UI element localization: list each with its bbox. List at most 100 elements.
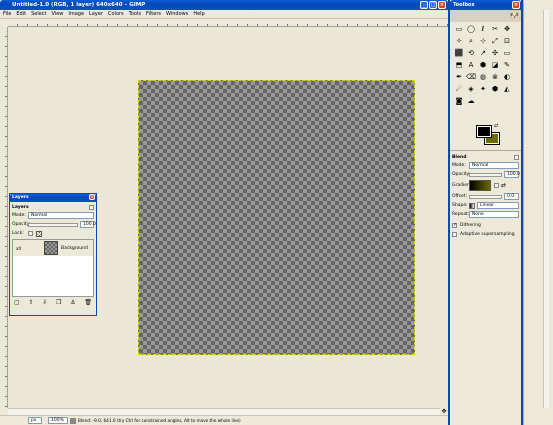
tool-icon[interactable]: ℓ	[478, 24, 488, 34]
menu-tools[interactable]: Tools	[129, 11, 141, 17]
delete-layer-icon[interactable]: 🗑	[84, 299, 92, 306]
menu-colors[interactable]: Colors	[108, 11, 124, 17]
layers-dialog-title: Layers	[12, 195, 29, 200]
tool-icon[interactable]: ⬒	[454, 60, 464, 70]
unit-select[interactable]: px	[28, 417, 42, 424]
minimize-button[interactable]: _	[420, 1, 428, 9]
dithering-checkbox[interactable]: ✓	[452, 223, 457, 228]
cancel-icon[interactable]	[70, 417, 76, 424]
vertical-ruler[interactable]	[0, 27, 8, 408]
horizontal-ruler[interactable]	[8, 19, 448, 27]
menu-file[interactable]: File	[3, 11, 11, 17]
blend-menu-button[interactable]	[514, 154, 519, 160]
menu-help[interactable]: Help	[193, 11, 204, 17]
duplicate-layer-icon[interactable]: ❐	[56, 299, 61, 306]
side-scrollbar[interactable]	[543, 10, 549, 408]
layer-mode-select[interactable]: Normal	[28, 212, 94, 219]
new-layer-icon[interactable]: ▢	[14, 299, 20, 306]
tool-icon[interactable]: ✎	[502, 60, 512, 70]
tool-icon[interactable]: ⤢	[490, 36, 500, 46]
tool-icon[interactable]: ☁	[466, 96, 476, 106]
tool-icon[interactable]: ⬛	[454, 48, 464, 58]
tool-icon[interactable]: ◍	[478, 72, 488, 82]
repeat-select[interactable]: None	[469, 211, 519, 218]
shape-select[interactable]: Linear	[477, 202, 519, 209]
tool-icon[interactable]: ⊗	[490, 72, 500, 82]
tool-icon[interactable]: ✣	[490, 48, 500, 58]
shape-label: Shape:	[452, 203, 468, 208]
navigate-icon[interactable]: ✥	[440, 408, 448, 415]
maximize-button[interactable]: □	[429, 1, 437, 9]
tool-icon[interactable]: ↗	[478, 48, 488, 58]
image-canvas[interactable]	[138, 80, 415, 355]
menu-view[interactable]: View	[52, 11, 64, 17]
menu-image[interactable]: Image	[68, 11, 84, 17]
tool-icon[interactable]: ▭	[454, 24, 464, 34]
blend-opacity-label: Opacity:	[452, 172, 471, 177]
layer-opacity-input[interactable]: 100.0	[80, 221, 96, 228]
tool-icon[interactable]: ⊹	[478, 36, 488, 46]
horizontal-scrollbar[interactable]	[8, 408, 440, 415]
tool-icon[interactable]: ◭	[502, 84, 512, 94]
tool-icon[interactable]: ✧	[454, 36, 464, 46]
layer-opacity-slider[interactable]	[28, 222, 78, 227]
tool-icon[interactable]: ◈	[466, 84, 476, 94]
layer-row[interactable]: alt Background	[13, 240, 93, 256]
tool-icon[interactable]: ⟲	[466, 48, 476, 58]
tool-icon[interactable]: ⬢	[478, 60, 488, 70]
tool-icon[interactable]: A	[466, 60, 476, 70]
shape-icon	[469, 202, 475, 209]
gradient-reverse-checkbox[interactable]	[494, 183, 499, 188]
tool-icon[interactable]: ⌫	[466, 72, 476, 82]
tool-icon[interactable]: ✂	[490, 24, 500, 34]
toolbox-titlebar: Toolbox ×	[450, 0, 521, 10]
blend-mode-select[interactable]: Normal	[469, 162, 519, 169]
tool-icon[interactable]: ◙	[454, 96, 464, 106]
anchor-layer-icon[interactable]: ⚓	[70, 299, 75, 306]
tool-icon[interactable]: ✥	[502, 24, 512, 34]
layer-mode-label: Mode:	[12, 213, 26, 218]
zoom-select[interactable]: 100%	[48, 417, 68, 424]
offset-input[interactable]: 0.0	[504, 193, 519, 200]
menu-layer[interactable]: Layer	[89, 11, 103, 17]
tab-menu-button[interactable]	[89, 204, 94, 210]
layer-name[interactable]: Background	[61, 246, 88, 251]
tool-icon[interactable]: ▭	[502, 48, 512, 58]
tool-icon[interactable]: ⬢	[490, 84, 500, 94]
menubar: File Edit Select View Image Layer Colors Tools F…	[0, 10, 448, 19]
lock-label: Lock:	[12, 231, 24, 236]
layer-visibility-icon[interactable]: alt	[16, 246, 44, 251]
blend-opacity-slider[interactable]	[469, 172, 502, 177]
color-area: ⇄	[450, 122, 521, 150]
raise-layer-icon[interactable]: ⇧	[28, 299, 33, 306]
blend-opacity-input[interactable]: 100.0	[504, 171, 520, 178]
menu-select[interactable]: Select	[31, 11, 46, 17]
status-message: Blend: -9.0, 641.0 (try Ctrl for constra…	[78, 418, 241, 423]
gradient-reverse-icon[interactable]: ⇄	[501, 182, 506, 189]
tool-icon[interactable]: ✦	[478, 84, 488, 94]
lock-alpha-checkbox[interactable]	[28, 231, 33, 236]
foreground-color-swatch[interactable]	[476, 125, 492, 138]
layers-button-bar: ▢ ⇧ ⇩ ❐ ⚓ 🗑	[12, 298, 94, 307]
tool-icon[interactable]: ⊡	[502, 36, 512, 46]
layers-close-button[interactable]: ×	[89, 194, 95, 200]
tool-icon[interactable]: ⌕	[466, 36, 476, 46]
menu-windows[interactable]: Windows	[166, 11, 188, 17]
window-title: Untitled-1.0 (RGB, 1 layer) 640x640 – GI…	[12, 2, 146, 8]
swap-colors-icon[interactable]: ⇄	[494, 123, 498, 129]
tool-icon[interactable]: ◪	[490, 60, 500, 70]
lower-layer-icon[interactable]: ⇩	[42, 299, 47, 306]
tool-icon[interactable]: ✒	[454, 72, 464, 82]
tool-icon[interactable]: ☄	[454, 84, 464, 94]
gradient-preview[interactable]	[469, 180, 491, 191]
tool-icon[interactable]: ◯	[466, 24, 476, 34]
tool-icon[interactable]: ◐	[502, 72, 512, 82]
adaptive-supersampling-checkbox[interactable]	[452, 232, 457, 237]
toolbox-close-button[interactable]: ×	[512, 1, 520, 9]
menu-filters[interactable]: Filters	[146, 11, 161, 17]
close-button[interactable]: ×	[438, 1, 446, 9]
ruler-corner[interactable]	[0, 19, 8, 27]
offset-slider[interactable]	[469, 194, 502, 199]
layers-list: alt Background	[12, 239, 94, 297]
menu-edit[interactable]: Edit	[16, 11, 26, 17]
